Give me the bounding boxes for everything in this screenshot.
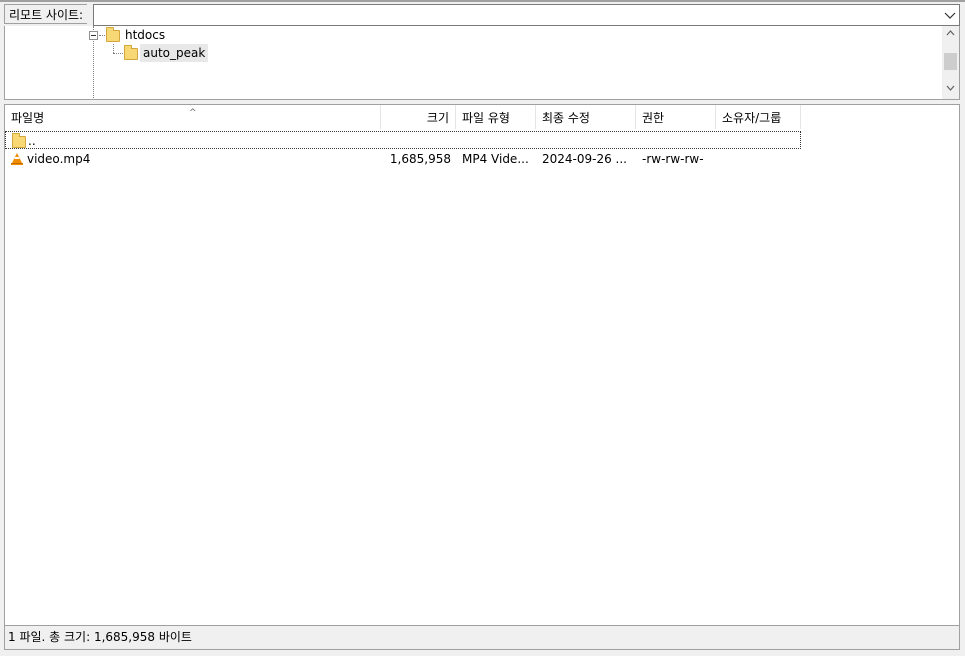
column-header-modified[interactable]: 최종 수정 <box>536 105 636 129</box>
scroll-down-button[interactable] <box>942 81 959 98</box>
remote-directory-tree[interactable]: htdocs auto_peak <box>4 26 960 100</box>
status-text: 1 파일. 총 크기: 1,685,958 바이트 <box>8 630 192 644</box>
column-header-permissions[interactable]: 권한 <box>636 105 716 129</box>
vlc-icon <box>11 153 23 165</box>
tree-connector <box>113 44 114 53</box>
file-name: video.mp4 <box>27 152 91 166</box>
file-name: .. <box>28 134 36 148</box>
column-header-size[interactable]: 크기 <box>381 105 456 129</box>
tree-connector <box>113 53 123 54</box>
column-header-owner-group[interactable]: 소유자/그룹 <box>716 105 801 129</box>
tree-connector <box>99 35 105 36</box>
chevron-down-icon[interactable] <box>943 8 957 22</box>
folder-icon <box>106 27 120 42</box>
remote-site-path-input[interactable] <box>94 5 934 25</box>
column-header-name[interactable]: 파일명 ^ <box>5 105 381 129</box>
file-type: MP4 Vide... <box>462 152 529 166</box>
file-modified: 2024-09-26 ... <box>542 152 627 166</box>
folder-icon <box>124 45 138 60</box>
column-header-type[interactable]: 파일 유형 <box>456 105 536 129</box>
remote-site-label: 리모트 사이트: <box>4 4 88 24</box>
tree-item-label: htdocs <box>125 28 166 42</box>
collapse-icon[interactable] <box>89 31 98 40</box>
remote-site-path-combobox[interactable] <box>93 4 960 26</box>
scroll-up-button[interactable] <box>942 26 959 43</box>
file-row-parent[interactable]: .. <box>5 131 801 149</box>
tree-scrollbar[interactable] <box>942 26 959 99</box>
file-permissions: -rw-rw-rw- <box>642 152 704 166</box>
sort-ascending-icon: ^ <box>189 108 197 118</box>
column-header-label: 파일명 <box>11 111 45 125</box>
file-size: 1,685,958 <box>389 152 451 166</box>
remote-site-bar: 리모트 사이트: <box>0 0 965 26</box>
chevron-up-icon <box>946 30 955 36</box>
status-bar: 1 파일. 총 크기: 1,685,958 바이트 <box>4 626 960 650</box>
file-row[interactable]: video.mp4 1,685,958 MP4 Vide... 2024-09-… <box>5 150 801 168</box>
file-list-header: 파일명 ^ 크기 파일 유형 최종 수정 권한 소유자/그룹 <box>5 105 959 129</box>
folder-icon <box>12 133 26 148</box>
chevron-down-icon <box>946 85 955 91</box>
tree-item-label: auto_peak <box>140 44 209 62</box>
scroll-thumb[interactable] <box>944 53 957 70</box>
remote-file-list[interactable]: 파일명 ^ 크기 파일 유형 최종 수정 권한 소유자/그룹 .. video.… <box>4 104 960 626</box>
